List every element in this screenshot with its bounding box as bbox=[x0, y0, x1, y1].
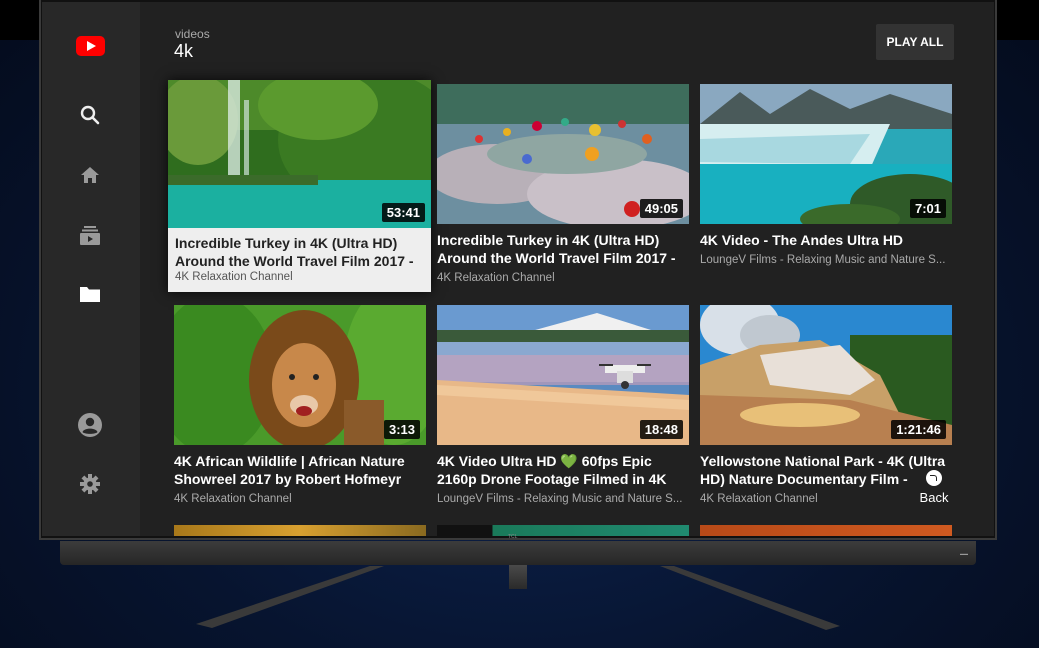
tv-stand-legs bbox=[196, 566, 840, 630]
